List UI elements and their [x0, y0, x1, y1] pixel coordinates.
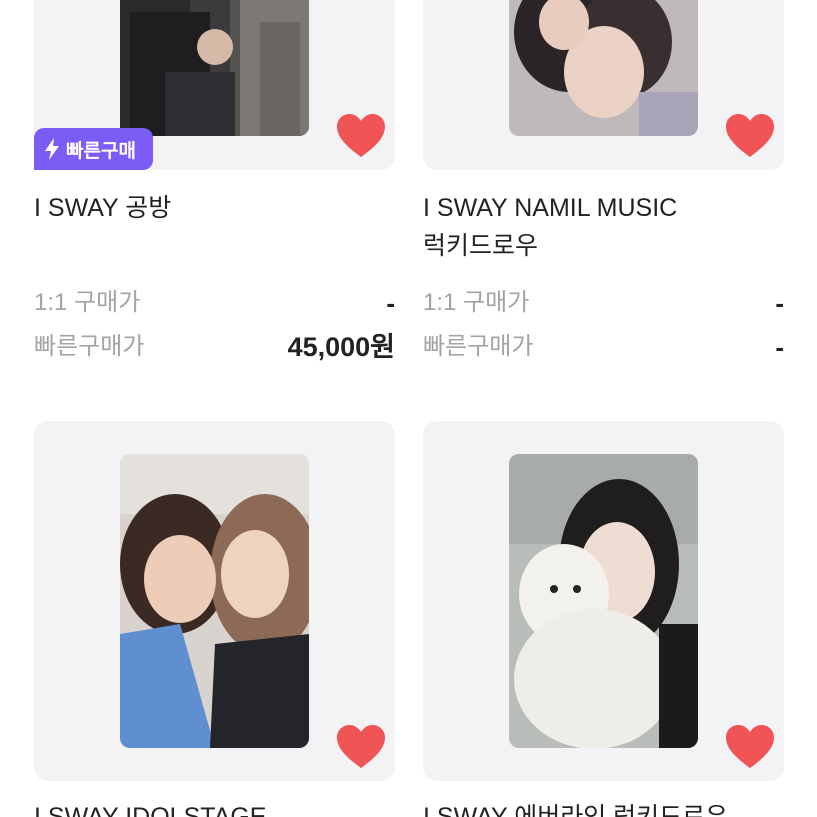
- product-photo: [509, 0, 698, 136]
- heart-icon[interactable]: [336, 113, 386, 159]
- product-photo: [120, 0, 309, 136]
- product-photo: [120, 454, 309, 748]
- product-title[interactable]: I SWAY IDOLSTAGE: [34, 798, 266, 817]
- product-card-4[interactable]: I SWAY 에버라인 럭키드로우: [423, 421, 784, 817]
- product-title[interactable]: I SWAY 공방: [34, 189, 171, 227]
- price-value: -: [775, 288, 784, 318]
- price-label: 빠른구매가: [34, 333, 145, 360]
- heart-icon[interactable]: [336, 724, 386, 770]
- price-value: 45,000원: [287, 332, 395, 362]
- price-value: -: [386, 288, 395, 318]
- badge-label: 빠른구매: [66, 140, 136, 162]
- product-title[interactable]: I SWAY 에버라인 럭키드로우: [423, 798, 728, 817]
- product-thumbnail[interactable]: [34, 421, 395, 781]
- price-row: 빠른구매가 -: [423, 331, 784, 363]
- product-title[interactable]: I SWAY NAMIL MUSIC: [423, 189, 677, 227]
- price-label: 1:1 구매가: [423, 289, 530, 316]
- product-thumbnail[interactable]: [423, 421, 784, 781]
- price-value: -: [775, 332, 784, 362]
- heart-icon[interactable]: [725, 113, 775, 159]
- heart-icon[interactable]: [725, 724, 775, 770]
- product-card-3[interactable]: I SWAY IDOLSTAGE: [34, 421, 395, 817]
- price-row: 빠른구매가 45,000원: [34, 331, 395, 363]
- price-row: 1:1 구매가 -: [423, 287, 784, 319]
- price-label: 빠른구매가: [423, 333, 534, 360]
- product-card-2[interactable]: I SWAY NAMIL MUSIC 럭키드로우 1:1 구매가 - 빠른구매가…: [423, 0, 784, 370]
- product-card-1[interactable]: 빠른구매 I SWAY 공방 1:1 구매가 - 빠른구매가 45,000원: [34, 0, 395, 370]
- price-row: 1:1 구매가 -: [34, 287, 395, 319]
- product-thumbnail[interactable]: [423, 0, 784, 170]
- product-title-line-2[interactable]: 럭키드로우: [423, 227, 538, 265]
- quick-buy-badge: 빠른구매: [34, 128, 153, 170]
- product-photo: [509, 454, 698, 748]
- lightning-icon: [45, 138, 59, 160]
- price-label: 1:1 구매가: [34, 289, 141, 316]
